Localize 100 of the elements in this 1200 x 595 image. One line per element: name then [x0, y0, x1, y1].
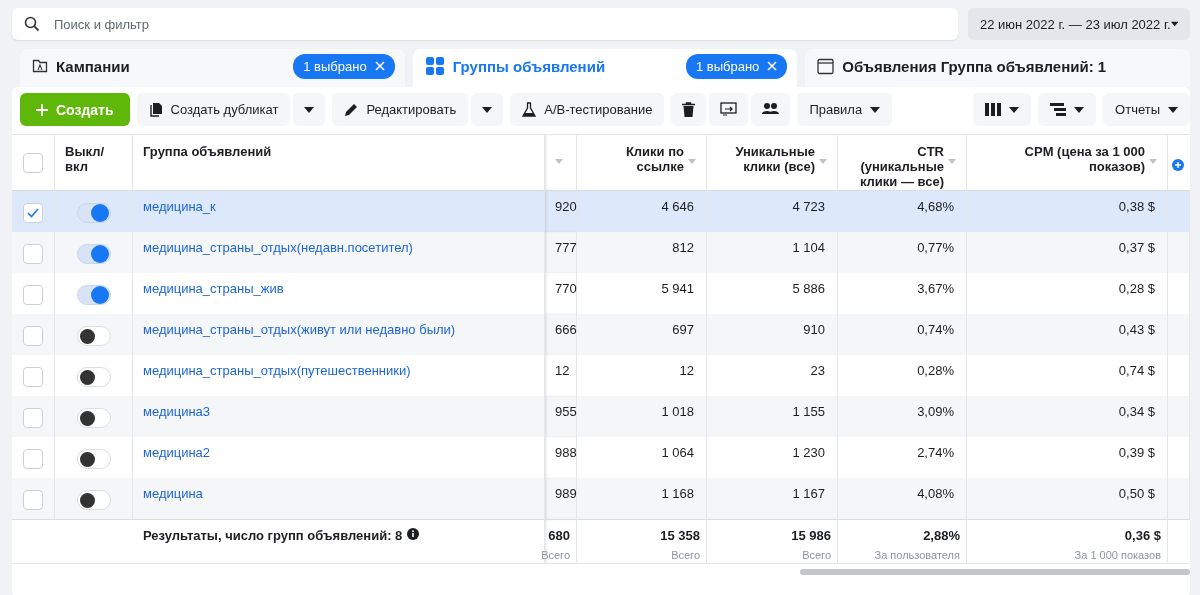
dropdown-button[interactable]: [293, 93, 326, 126]
toggle-switch[interactable]: [76, 367, 111, 387]
table-cell: 812: [672, 240, 694, 255]
date-range-picker[interactable]: 22 июн 2022 г. — 23 июл 2022 г.: [968, 8, 1190, 40]
table-cell: 0,50 $: [1118, 486, 1155, 501]
table-cell: 0,39 $: [1118, 445, 1155, 460]
screen-arrows-icon: [720, 102, 738, 117]
duplicate-button[interactable]: Создать дубликат: [136, 93, 291, 126]
flask-icon: [522, 102, 537, 117]
table-cell: 1 064: [661, 445, 694, 460]
table-cell: 1 230: [792, 445, 825, 460]
checkbox[interactable]: [23, 203, 43, 223]
total-value: 0,36 $: [1124, 528, 1161, 543]
grid-icon: [424, 56, 445, 76]
column-header[interactable]: Уникальные клики (все): [717, 145, 815, 175]
table-cell: 0,74%: [917, 322, 954, 337]
table-row[interactable]: медицина_страны_отдых(недавн.посетител) 777 812 1 104 0,77% 0,37 $: [12, 232, 1190, 273]
ad-set-link[interactable]: медицина_страны_отдых(путешественники): [143, 363, 411, 378]
table-row[interactable]: медицина_к 920 4 646 4 723 4,68% 0,38 $: [12, 191, 1190, 232]
table-cell: 1 168: [661, 486, 694, 501]
ad-set-link[interactable]: медицина_страны_отдых(живут или недавно были): [143, 322, 456, 337]
tab-label: Группы объявлений: [452, 57, 607, 75]
caret-icon: [1009, 106, 1020, 113]
toggle-switch[interactable]: [76, 203, 111, 223]
toggle-switch[interactable]: [76, 408, 111, 428]
audience-button[interactable]: [751, 93, 791, 126]
table-cell: 697: [672, 322, 694, 337]
total-note: За 1 000 показов: [1074, 549, 1161, 561]
rules-button[interactable]: Правила: [797, 93, 893, 126]
toggle-switch[interactable]: [76, 449, 111, 469]
search-field[interactable]: Поиск и фильтр: [12, 8, 958, 40]
caret-icon: [1168, 106, 1178, 113]
reports-button[interactable]: Отчеты: [1103, 93, 1190, 126]
ad-set-link[interactable]: медицина3: [143, 404, 211, 419]
column-header[interactable]: Выкл/вкл: [65, 145, 122, 175]
caret-icon: [870, 106, 881, 113]
checkbox[interactable]: [23, 244, 43, 264]
table-cell: 0,37 $: [1118, 240, 1155, 255]
bars-icon: [1050, 103, 1067, 116]
toggle-switch[interactable]: [76, 490, 111, 510]
total-value: 680: [548, 528, 570, 543]
checkbox[interactable]: [23, 367, 43, 387]
ad-set-link[interactable]: медицина_к: [143, 199, 216, 214]
checkbox[interactable]: [23, 285, 43, 305]
table-cell: 12: [555, 363, 570, 378]
tab[interactable]: Объявления Группа объявлений: 1: [805, 49, 1190, 87]
info-icon[interactable]: [407, 528, 420, 540]
table-cell: 4 646: [661, 199, 694, 214]
table-cell: 1 104: [792, 240, 825, 255]
add-column-icon[interactable]: [1172, 159, 1184, 171]
delete-button[interactable]: [671, 93, 707, 126]
checkbox[interactable]: [23, 449, 43, 469]
table-cell: 666: [555, 322, 577, 337]
table-cell: 2,74%: [917, 445, 954, 460]
breakdown-button[interactable]: [1038, 93, 1097, 126]
edit-button[interactable]: Редактировать: [332, 93, 469, 126]
pencil-icon: [344, 102, 359, 117]
table-cell: 4 723: [792, 199, 825, 214]
checkbox[interactable]: [23, 326, 43, 346]
checkbox[interactable]: [23, 408, 43, 428]
table-cell: 920: [555, 199, 577, 214]
column-header[interactable]: Клики по ссылке: [587, 145, 684, 175]
dropdown-button[interactable]: [471, 93, 504, 126]
ad-set-link[interactable]: медицина2: [143, 445, 211, 460]
ad-set-link[interactable]: медицина: [143, 486, 203, 501]
tab[interactable]: Кампании 1 выбрано: [20, 49, 405, 87]
checkbox[interactable]: [23, 152, 43, 173]
ad-set-link[interactable]: медицина_страны_отдых(недавн.посетител): [143, 240, 413, 255]
tab[interactable]: Группы объявлений 1 выбрано: [412, 49, 798, 87]
selection-badge[interactable]: 1 выбрано: [293, 53, 395, 79]
table-cell: 5 886: [792, 281, 825, 296]
table-row[interactable]: медицина3 955 1 018 1 155 3,09% 0,34 $: [12, 396, 1190, 437]
columns-button[interactable]: [973, 93, 1032, 126]
ad-set-link[interactable]: медицина_страны_жив: [143, 281, 284, 296]
column-header[interactable]: CPM (цена за 1 000 показов): [977, 145, 1145, 175]
checkbox[interactable]: [23, 490, 43, 510]
table-row[interactable]: медицина_страны_отдых(живут или недавно были) 666 697 910 0,74% 0,43 $: [12, 314, 1190, 355]
export-button[interactable]: [709, 93, 749, 126]
column-header[interactable]: CTR (уникальные клики — все): [848, 145, 944, 190]
toggle-switch[interactable]: [76, 285, 111, 305]
table-row[interactable]: медицина 989 1 168 1 167 4,08% 0,50 $: [12, 478, 1190, 519]
table-cell: 910: [803, 322, 825, 337]
total-note: Всего: [802, 549, 831, 561]
folder-icon: [32, 58, 48, 74]
table-cell: 988: [555, 445, 577, 460]
columns-icon: [985, 103, 1002, 116]
caret-icon: [1170, 21, 1178, 27]
column-header[interactable]: Группа объявлений: [143, 145, 272, 160]
ab-test-button[interactable]: A/B-тестирование: [510, 93, 665, 126]
toggle-switch[interactable]: [76, 326, 111, 346]
total-value: 2,88%: [923, 528, 960, 543]
table-cell: 3,67%: [917, 281, 954, 296]
table-cell: 12: [679, 363, 694, 378]
caret-icon: [304, 106, 315, 113]
table-cell: 5 941: [661, 281, 694, 296]
scrollbar[interactable]: [800, 569, 1190, 575]
toggle-switch[interactable]: [76, 244, 111, 264]
table-cell: 0,38 $: [1118, 199, 1155, 214]
table-cell: 1 018: [661, 404, 694, 419]
selection-badge[interactable]: 1 выбрано: [685, 53, 788, 79]
